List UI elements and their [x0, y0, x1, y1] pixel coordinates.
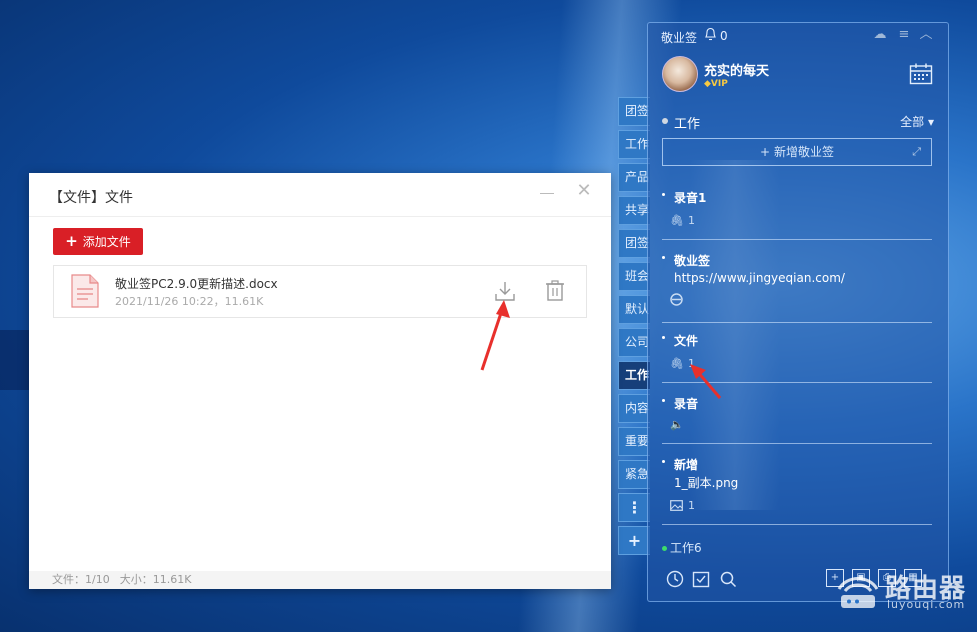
more-tabs-button[interactable]: ⋮: [618, 493, 650, 522]
side-tab[interactable]: 共享: [618, 196, 650, 225]
divider: [29, 216, 611, 217]
caret-down-icon: ▾: [927, 115, 934, 129]
bullet: [662, 460, 665, 463]
paperclip-icon: 🖇: [670, 357, 684, 370]
notes-panel: 敬业签 0 ☁ ≡ ︿ 充实的每天 ◆VIP 工作 全部 ▾ + 新增敬业签 ⤢…: [647, 22, 949, 602]
user-name: 充实的每天: [704, 64, 770, 79]
note-item[interactable]: 录音1 🖇 1: [662, 189, 932, 241]
divider: [662, 524, 932, 525]
attachment-count: 1: [688, 214, 695, 227]
file-name: 敬业签PC2.9.0更新描述.docx: [115, 277, 278, 291]
add-file-button[interactable]: + 添加文件: [53, 228, 143, 255]
plus-icon: +: [760, 145, 771, 159]
note-item[interactable]: 录音 🔈: [662, 395, 932, 447]
bullet: [662, 193, 665, 196]
notification-count: 0: [720, 29, 728, 43]
cloud-sync-icon[interactable]: ☁: [872, 27, 888, 43]
vip-badge: ◆VIP: [704, 79, 728, 89]
attachment-count: 1: [688, 499, 695, 512]
note-item[interactable]: 敬业签 https://www.jingyeqian.com/: [662, 252, 932, 324]
side-tab[interactable]: 紧急: [618, 460, 650, 489]
note-link[interactable]: https://www.jingyeqian.com/: [674, 271, 845, 285]
plus-icon: +: [65, 232, 78, 250]
note-item[interactable]: 新增 1_副本.png 1: [662, 456, 932, 526]
note-title: 新增: [674, 458, 699, 472]
side-tabs: 团签 工作 产品 共享 团签 班会 默认 公司 工作 内容 重要 紧急 ⋮ +: [618, 97, 650, 559]
close-icon[interactable]: ✕: [575, 182, 593, 200]
clock-icon[interactable]: [666, 570, 684, 588]
panel-header: 敬业签 0 ☁ ≡ ︿: [648, 23, 948, 48]
task-check-icon[interactable]: [692, 570, 710, 588]
annotation-arrow: [480, 300, 510, 371]
side-tab[interactable]: 重要: [618, 427, 650, 456]
bullet: [662, 256, 665, 259]
side-tab[interactable]: 工作: [618, 130, 650, 159]
file-dialog: 【文件】文件 ✕ + 添加文件 敬业签PC2.9.0更新描述.docx 2021/…: [29, 173, 611, 589]
side-tab[interactable]: 默认: [618, 295, 650, 324]
note-title: 敬业签: [674, 254, 711, 268]
add-tab-button[interactable]: +: [618, 526, 650, 555]
note-file-name: 1_副本.png: [674, 476, 739, 490]
expand-icon[interactable]: ⤢: [912, 139, 921, 165]
collapse-icon[interactable]: ︿: [918, 27, 934, 43]
divider: [662, 443, 932, 444]
dialog-title: 【文件】文件: [49, 190, 133, 206]
trash-icon[interactable]: [545, 280, 565, 302]
file-meta: 2021/11/26 10:22，11.61K: [115, 295, 264, 308]
side-tab[interactable]: 公司: [618, 328, 650, 357]
minimize-icon[interactable]: [537, 181, 557, 201]
side-tab[interactable]: 产品: [618, 163, 650, 192]
annotation-arrow: [690, 364, 722, 399]
side-tab-active[interactable]: 工作: [618, 361, 650, 390]
paperclip-icon: 🖇: [670, 214, 684, 227]
add-file-label: 添加文件: [82, 235, 131, 249]
new-note-input[interactable]: + 新增敬业签 ⤢: [662, 138, 932, 166]
status-dot: [662, 546, 667, 551]
bullet: [662, 336, 665, 339]
group-dot: [662, 118, 668, 124]
side-tab[interactable]: 团签: [618, 97, 650, 126]
document-icon: [71, 274, 99, 308]
search-icon[interactable]: [719, 570, 737, 588]
side-tab[interactable]: 团签: [618, 229, 650, 258]
diamond-icon: ◆: [704, 79, 711, 89]
bullet: [662, 399, 665, 402]
group-header: 工作 全部 ▾: [662, 113, 934, 132]
file-size-total: 大小：11.61K: [119, 573, 192, 586]
divider: [662, 322, 932, 323]
dialog-footer: 文件：1/10 大小：11.61K: [29, 571, 611, 589]
group-filter[interactable]: 全部 ▾: [900, 113, 934, 130]
side-tab[interactable]: 内容: [618, 394, 650, 423]
note-title: 录音1: [674, 191, 707, 205]
next-group[interactable]: 工作6: [662, 539, 702, 556]
avatar[interactable]: [662, 56, 698, 92]
watermark-logo: [837, 577, 879, 608]
side-tab[interactable]: 班会: [618, 262, 650, 291]
image-icon: [670, 500, 683, 511]
bell-icon[interactable]: [704, 27, 717, 41]
new-note-label: 新增敬业签: [773, 145, 834, 159]
app-brand: 敬业签: [661, 31, 698, 45]
note-title: 文件: [674, 334, 699, 348]
speaker-icon: 🔈: [670, 418, 684, 431]
group-name: 工作: [674, 117, 701, 132]
edge-icon: [670, 293, 683, 306]
divider: [662, 239, 932, 240]
file-count: 文件：1/10: [52, 573, 110, 586]
watermark-url: luyouqi.com: [887, 598, 966, 611]
calendar-icon[interactable]: [909, 63, 933, 85]
menu-icon[interactable]: ≡: [896, 27, 912, 43]
